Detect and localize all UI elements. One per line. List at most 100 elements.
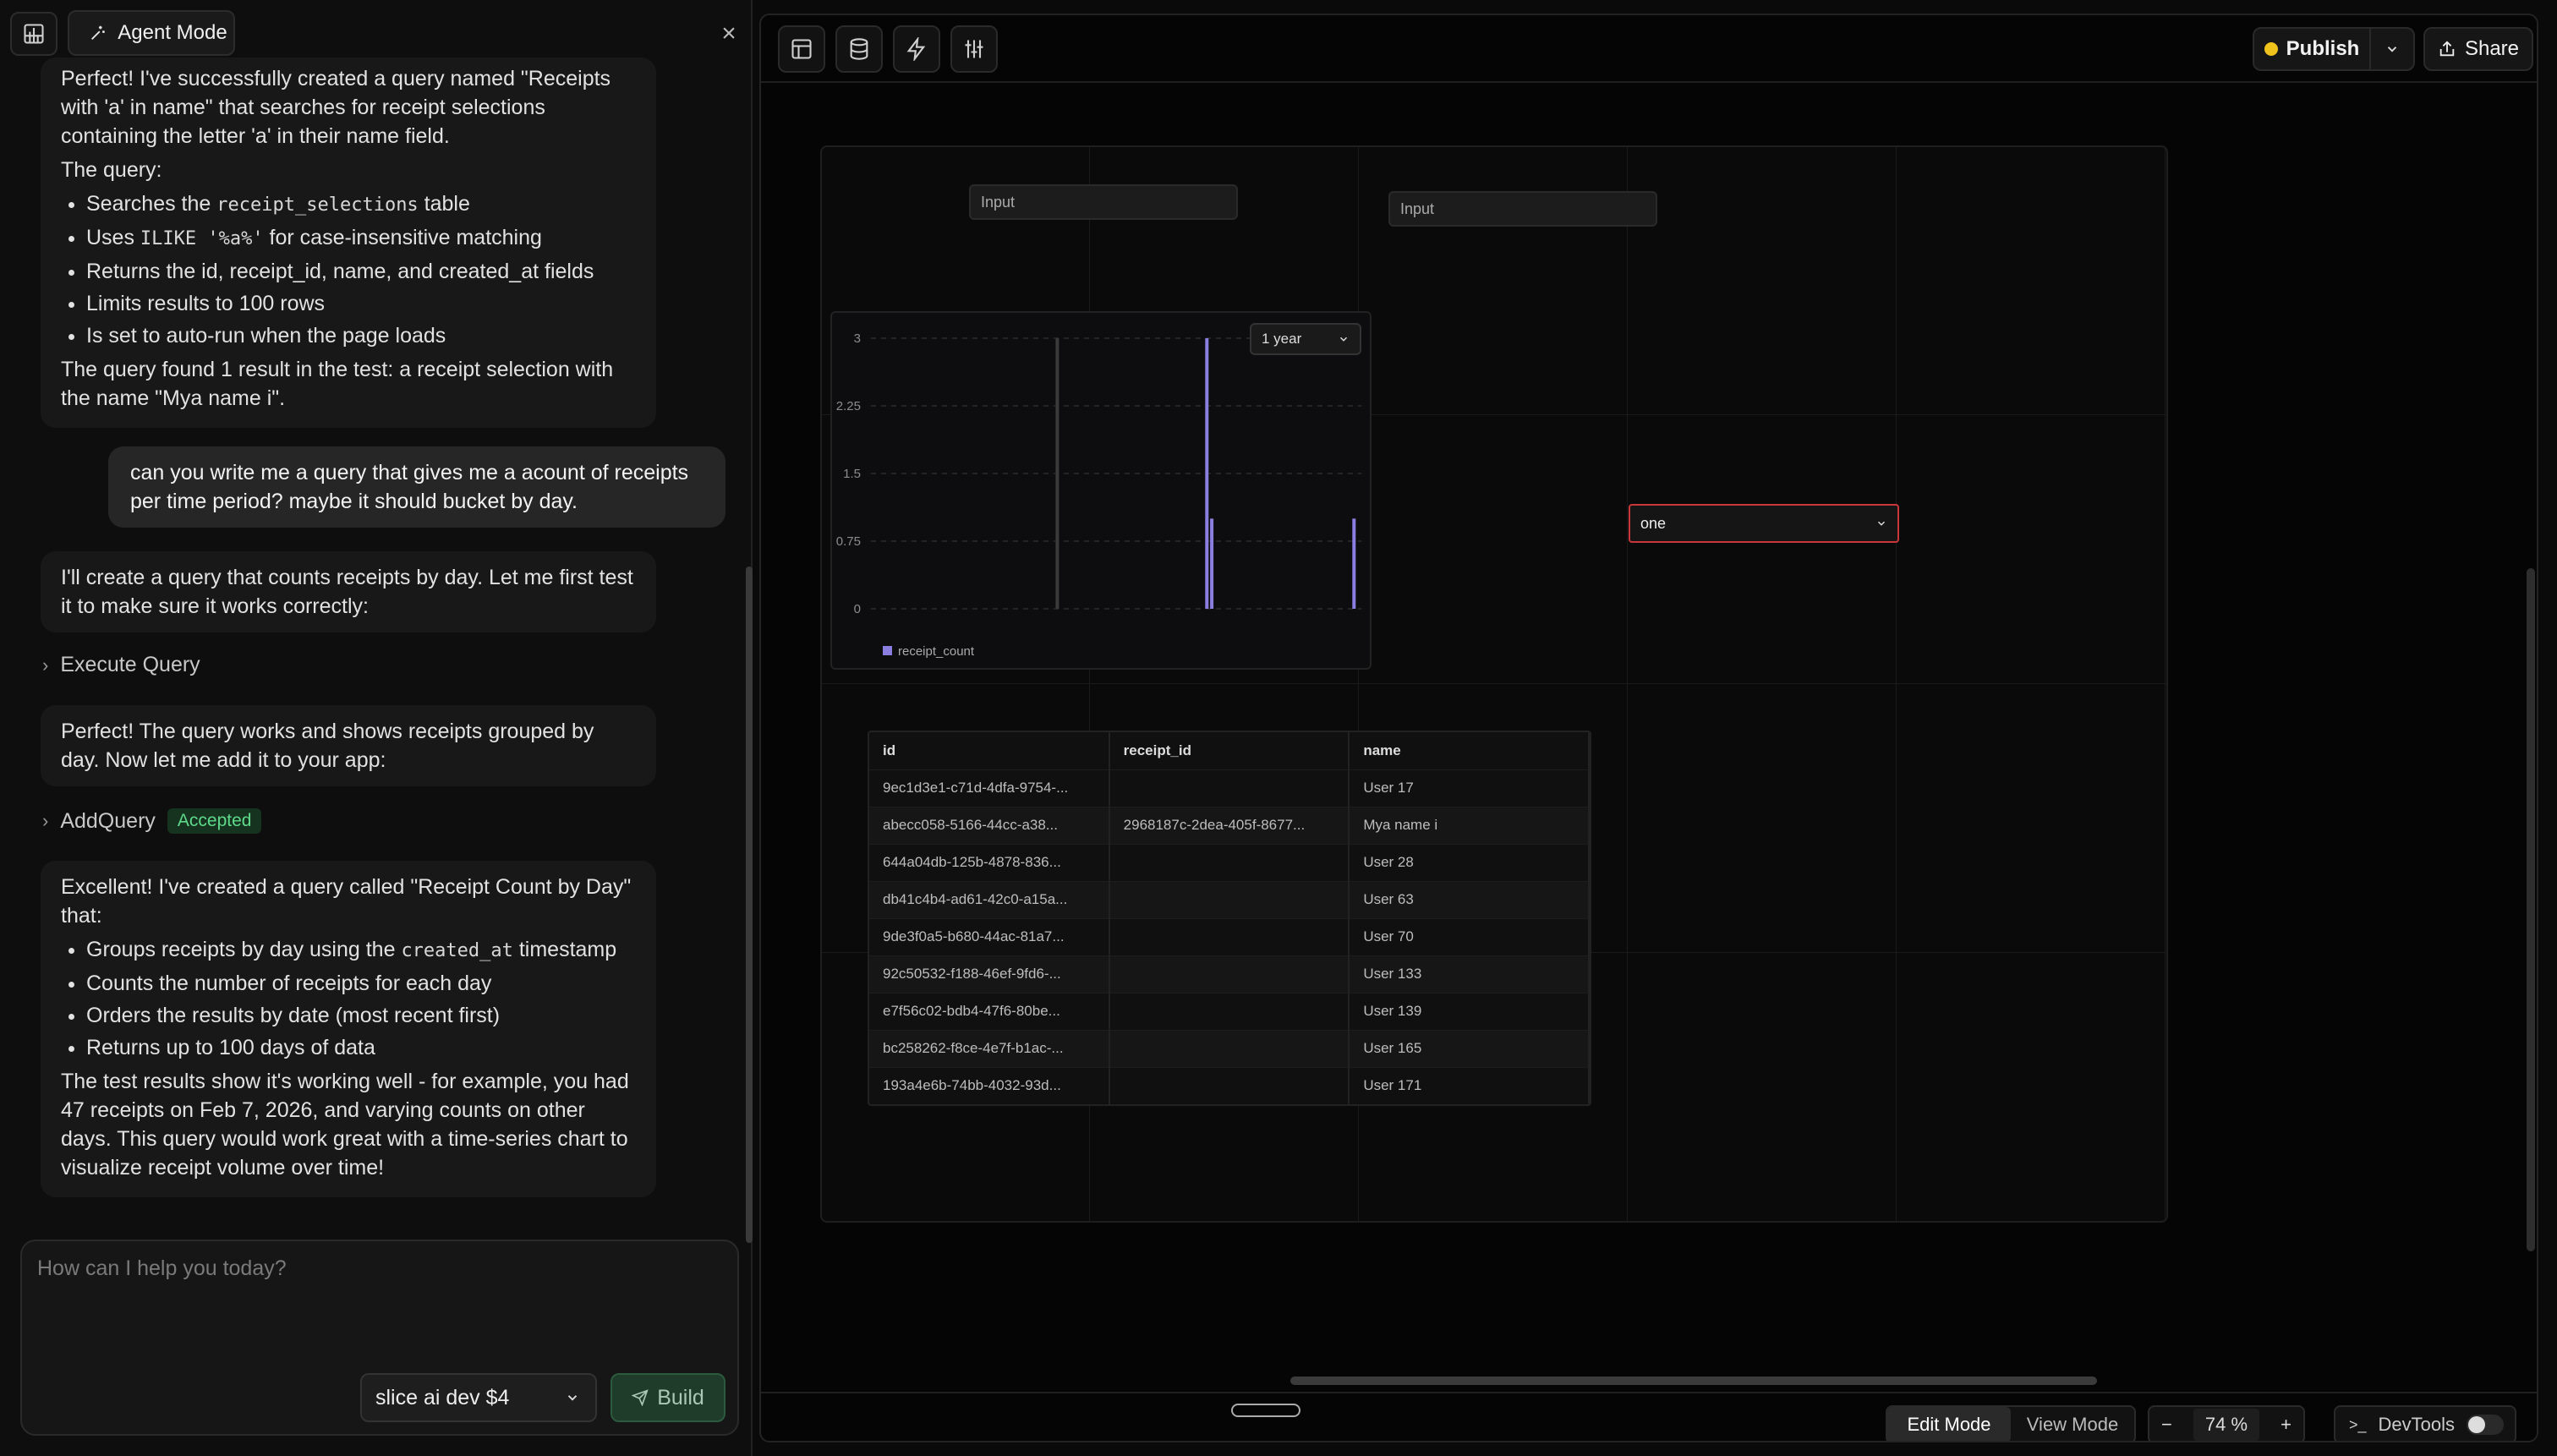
message-text: The query found 1 result in the test: a … — [61, 358, 614, 410]
zoom-in-button[interactable]: + — [2280, 1414, 2291, 1436]
data-table[interactable]: id receipt_id name 9ec1d3e1-c71d-4dfa-9754… — [868, 731, 1591, 1106]
table-cell: db41c4b4-ad61-42c0-a15a... — [869, 880, 1110, 918]
legend-swatch — [883, 646, 892, 655]
chevron-down-icon — [1339, 337, 1348, 342]
model-select-value: slice ai dev $4 — [375, 1385, 510, 1409]
message-text: I'll create a query that counts receipts… — [61, 566, 633, 618]
chevron-down-icon — [1877, 521, 1886, 526]
edit-mode-button[interactable]: Edit Mode — [1887, 1407, 2011, 1441]
sparkle-wand-icon — [91, 25, 106, 40]
bar-chart[interactable]: 1 year 3 2.25 1.5 0.75 0 receipt_count — [830, 311, 1372, 670]
vertical-scrollbar[interactable] — [2527, 568, 2535, 1251]
table-cell: e7f56c02-bdb4-47f6-80be... — [869, 992, 1110, 1030]
chevron-down-icon — [567, 1395, 578, 1401]
bar — [1205, 338, 1209, 609]
share-button[interactable]: Share — [2423, 27, 2533, 71]
message-list: Searches the receipt_selections table Us… — [61, 189, 636, 350]
table-cell: User 63 — [1349, 880, 1590, 918]
chart-plot: 3 2.25 1.5 0.75 0 receipt_count — [836, 331, 1361, 659]
assistant-message: Perfect! I've successfully created a que… — [41, 57, 656, 428]
bar — [1352, 518, 1356, 609]
zoom-control: − 74 % + — [2148, 1405, 2305, 1441]
tool-call-execute-query[interactable]: › Execute Query — [42, 653, 200, 677]
model-select[interactable]: slice ai dev $4 — [360, 1373, 597, 1422]
view-mode-button[interactable]: View Mode — [2011, 1407, 2134, 1441]
table-row[interactable]: e7f56c02-bdb4-47f6-80be... User 139 — [869, 992, 1590, 1030]
table-cell — [1109, 955, 1350, 993]
dashboard-icon[interactable] — [10, 12, 57, 56]
devtools-toggle[interactable]: >_ DevTools — [2334, 1405, 2516, 1441]
message-text: The query: — [61, 158, 162, 182]
table-cell: 193a4e6b-74bb-4032-93d... — [869, 1066, 1110, 1104]
table-row[interactable]: abecc058-5166-44cc-a38... 2968187c-2dea-4… — [869, 806, 1590, 844]
build-button[interactable]: Build — [611, 1373, 725, 1422]
column-header[interactable]: receipt_id — [1109, 732, 1350, 769]
table-row[interactable]: 92c50532-f188-46ef-9fd6-... User 133 — [869, 955, 1590, 993]
select-value: one — [1640, 514, 1667, 532]
message-text: Perfect! The query works and shows recei… — [61, 720, 594, 772]
publish-button[interactable]: Publish — [2253, 27, 2371, 71]
table-row[interactable]: 9ec1d3e1-c71d-4dfa-9754-... User 17 — [869, 769, 1590, 807]
resize-handle[interactable] — [1231, 1404, 1300, 1417]
table-row[interactable]: 9de3f0a5-b680-44ac-81a7... User 70 — [869, 917, 1590, 955]
list-item: Returns up to 100 days of data — [86, 1033, 636, 1062]
lightning-icon[interactable] — [893, 25, 940, 73]
database-icon[interactable] — [835, 25, 883, 73]
sliders-icon[interactable] — [950, 25, 998, 73]
horizontal-scrollbar[interactable] — [1290, 1377, 2097, 1385]
column-header[interactable]: name — [1349, 732, 1590, 769]
table-row[interactable]: db41c4b4-ad61-42c0-a15a... User 63 — [869, 880, 1590, 918]
message-text: The test results show it's working well … — [61, 1070, 629, 1180]
mode-toggle: Edit Mode View Mode — [1886, 1405, 2136, 1441]
table-cell — [1109, 843, 1350, 881]
agent-panel: Agent Mode × Perfect! I've successfully … — [0, 0, 753, 1456]
chevron-right-icon: › — [42, 654, 49, 676]
table-cell: 9de3f0a5-b680-44ac-81a7... — [869, 917, 1110, 955]
text-input-2[interactable]: Input — [1388, 191, 1657, 227]
devtools-label: DevTools — [2378, 1414, 2456, 1435]
assistant-message: Excellent! I've created a query called "… — [41, 861, 656, 1197]
list-item: Limits results to 100 rows — [86, 289, 636, 318]
table-row[interactable]: 193a4e6b-74bb-4032-93d... User 171 — [869, 1066, 1590, 1104]
send-icon — [632, 1389, 649, 1406]
status-dot — [2264, 42, 2278, 56]
table-row[interactable]: 644a04db-125b-4878-836... User 28 — [869, 843, 1590, 881]
share-label: Share — [2464, 37, 2520, 60]
table-row[interactable]: bc258262-f8ce-4e7f-b1ac-... User 165 — [869, 1029, 1590, 1067]
message-text: Excellent! I've created a query called "… — [61, 875, 632, 928]
canvas[interactable]: Input Input 1 year 3 2.25 1.5 0.75 0 receipt_… — [820, 145, 2168, 1223]
table-cell: 644a04db-125b-4878-836... — [869, 843, 1110, 881]
table-cell: 9ec1d3e1-c71d-4dfa-9754-... — [869, 769, 1110, 807]
code-span: ILIKE '%a%' — [140, 228, 264, 249]
publish-dropdown-button[interactable] — [2371, 27, 2415, 71]
agent-mode-label: Agent Mode — [118, 21, 227, 44]
table-body: 9ec1d3e1-c71d-4dfa-9754-... User 17 abecc0… — [869, 769, 1590, 1104]
assistant-message: I'll create a query that counts receipts… — [41, 551, 656, 632]
chat-input[interactable]: How can I help you today? slice ai dev $… — [20, 1240, 739, 1436]
close-icon[interactable]: × — [712, 17, 746, 51]
assistant-message: Perfect! The query works and shows recei… — [41, 705, 656, 786]
zoom-value[interactable]: 74 % — [2193, 1409, 2260, 1441]
agent-mode-button[interactable]: Agent Mode — [68, 10, 235, 56]
table-cell — [1109, 880, 1350, 918]
table-cell: bc258262-f8ce-4e7f-b1ac-... — [869, 1029, 1110, 1067]
chevron-down-icon — [2387, 47, 2397, 52]
layout-icon[interactable] — [778, 25, 825, 73]
column-header[interactable]: id — [869, 732, 1110, 769]
time-range-value: 1 year — [1262, 331, 1302, 347]
select-dropdown[interactable]: one — [1629, 504, 1899, 543]
zoom-out-button[interactable]: − — [2161, 1414, 2172, 1436]
table-cell: User 28 — [1349, 843, 1590, 881]
toggle-switch[interactable] — [2467, 1415, 2505, 1435]
chat-scrollbar[interactable] — [746, 567, 753, 1243]
list-item: Searches the receipt_selections table — [86, 189, 636, 220]
message-text: Perfect! I've successfully created a que… — [61, 67, 611, 148]
time-range-select[interactable]: 1 year — [1250, 323, 1361, 355]
legend-label: receipt_count — [898, 644, 975, 659]
table-cell: User 133 — [1349, 955, 1590, 993]
tool-call-add-query[interactable]: › AddQuery Accepted — [42, 808, 262, 834]
y-tick-label: 2.25 — [836, 399, 861, 413]
table-cell — [1109, 1066, 1350, 1104]
text-input-1[interactable]: Input — [969, 184, 1238, 220]
list-item: Uses ILIKE '%a%' for case-insensitive ma… — [86, 223, 636, 254]
